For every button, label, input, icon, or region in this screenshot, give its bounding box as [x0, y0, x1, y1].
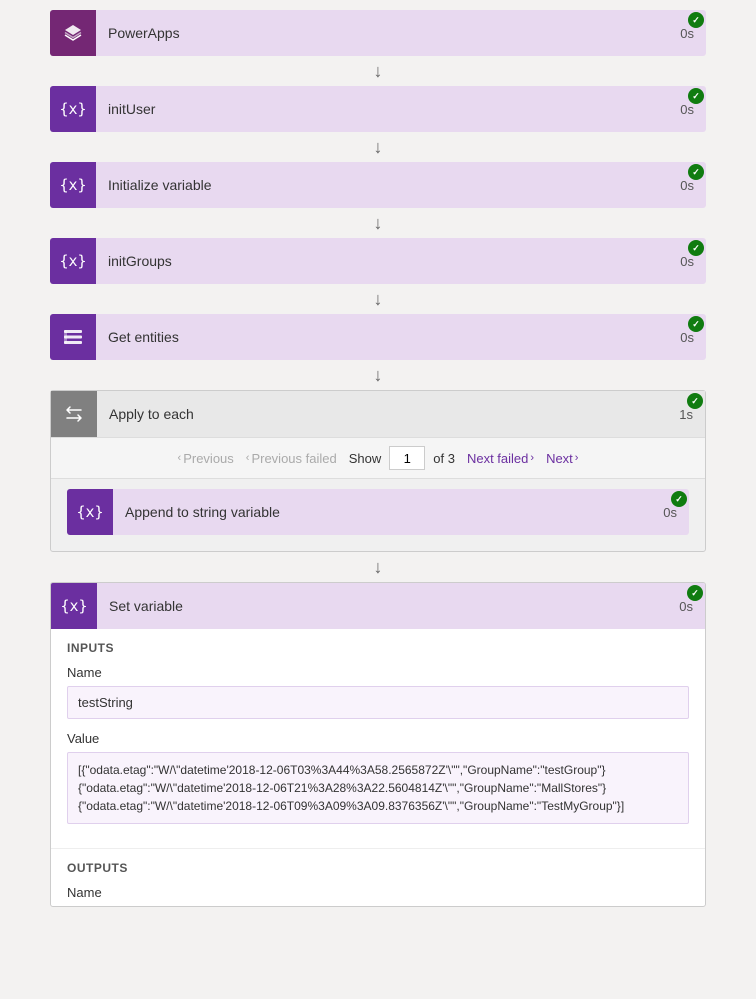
pagination-next-failed-btn[interactable]: Next failed › [463, 449, 538, 468]
step-append: {x} Append to string variable 0s ✓ [67, 489, 689, 535]
step-title-inituser: initUser [96, 101, 668, 117]
set-variable-container: {x} Set variable 0s ✓ INPUTS Name testSt… [50, 582, 706, 907]
set-variable-header[interactable]: {x} Set variable 0s ✓ [51, 583, 705, 629]
step-header-initvariable[interactable]: {x} Initialize variable 0s ✓ [50, 162, 706, 208]
connector-4: ↓ [374, 284, 383, 314]
inputs-section: INPUTS Name testString Value [{"odata.et… [51, 629, 705, 848]
step-duration-initgroups: 0s [668, 254, 706, 269]
step-initvariable: {x} Initialize variable 0s ✓ [50, 162, 706, 208]
connector-5: ↓ [374, 360, 383, 390]
step-getentities: Get entities 0s ✓ [50, 314, 706, 360]
loop-title: Apply to each [97, 406, 667, 422]
step-title-getentities: Get entities [96, 329, 668, 345]
success-badge-initvariable: ✓ [688, 164, 704, 180]
pagination-next-btn[interactable]: Next › [542, 449, 582, 468]
icon-loop [51, 391, 97, 437]
chevron-left-failed-icon: ‹ [246, 452, 250, 464]
step-duration-powerapps: 0s [668, 26, 706, 41]
success-badge-setvariable: ✓ [687, 585, 703, 601]
icon-powerapps [50, 10, 96, 56]
connector-1: ↓ [374, 56, 383, 86]
icon-getentities [50, 314, 96, 360]
loop-pagination: ‹ Previous ‹ Previous failed Show of 3 N… [51, 437, 705, 479]
success-badge-inituser: ✓ [688, 88, 704, 104]
previous-label: Previous [183, 451, 234, 466]
outputs-label: OUTPUTS [67, 861, 689, 875]
connector-6: ↓ [374, 552, 383, 582]
loop-apply-to-each: Apply to each 1s ✓ ‹ Previous ‹ Previous… [50, 390, 706, 552]
step-duration-getentities: 0s [668, 330, 706, 345]
step-header-inituser[interactable]: {x} initUser 0s ✓ [50, 86, 706, 132]
setvariable-title: Set variable [97, 598, 667, 614]
show-label: Show [349, 451, 382, 466]
chevron-left-icon: ‹ [178, 452, 182, 464]
outputs-section: OUTPUTS Name [51, 848, 705, 900]
step-title-initgroups: initGroups [96, 253, 668, 269]
step-duration-append: 0s [651, 505, 689, 520]
pagination-previous-failed-btn[interactable]: ‹ Previous failed [242, 449, 341, 468]
step-title-powerapps: PowerApps [96, 25, 668, 41]
value-field-label: Value [67, 731, 689, 746]
inputs-label: INPUTS [67, 641, 689, 655]
flow-container: PowerApps 0s ✓ ↓ {x} initUser 0s ✓ ↓ {x}… [50, 10, 706, 907]
icon-setvariable: {x} [51, 583, 97, 629]
success-badge-getentities: ✓ [688, 316, 704, 332]
connector-3: ↓ [374, 208, 383, 238]
loop-duration: 1s [667, 407, 705, 422]
step-header-getentities[interactable]: Get entities 0s ✓ [50, 314, 706, 360]
success-badge-loop: ✓ [687, 393, 703, 409]
pagination-previous-btn[interactable]: ‹ Previous [174, 449, 238, 468]
icon-initvariable: {x} [50, 162, 96, 208]
step-initgroups: {x} initGroups 0s ✓ [50, 238, 706, 284]
loop-inner: {x} Append to string variable 0s ✓ [51, 479, 705, 551]
page-number-input[interactable] [389, 446, 425, 470]
success-badge-append: ✓ [671, 491, 687, 507]
step-duration-inituser: 0s [668, 102, 706, 117]
step-header-append[interactable]: {x} Append to string variable 0s ✓ [67, 489, 689, 535]
value-field-content: [{"odata.etag":"W/\"datetime'2018-12-06T… [67, 752, 689, 824]
step-duration-initvariable: 0s [668, 178, 706, 193]
step-powerapps: PowerApps 0s ✓ [50, 10, 706, 56]
name-field-label: Name [67, 665, 689, 680]
step-title-append: Append to string variable [113, 504, 651, 520]
chevron-right-failed-icon: › [530, 452, 534, 464]
step-title-initvariable: Initialize variable [96, 177, 668, 193]
of-pages: of 3 [433, 451, 455, 466]
step-inituser: {x} initUser 0s ✓ [50, 86, 706, 132]
next-label: Next [546, 451, 573, 466]
loop-header[interactable]: Apply to each 1s ✓ [51, 391, 705, 437]
icon-initgroups: {x} [50, 238, 96, 284]
success-badge-powerapps: ✓ [688, 12, 704, 28]
outputs-name-label: Name [67, 885, 689, 900]
setvariable-duration: 0s [667, 599, 705, 614]
step-header-initgroups[interactable]: {x} initGroups 0s ✓ [50, 238, 706, 284]
next-failed-label: Next failed [467, 451, 528, 466]
name-field-value: testString [67, 686, 689, 719]
connector-2: ↓ [374, 132, 383, 162]
previous-failed-label: Previous failed [251, 451, 336, 466]
step-header-powerapps[interactable]: PowerApps 0s ✓ [50, 10, 706, 56]
success-badge-initgroups: ✓ [688, 240, 704, 256]
icon-append: {x} [67, 489, 113, 535]
icon-inituser: {x} [50, 86, 96, 132]
chevron-right-icon: › [575, 452, 579, 464]
